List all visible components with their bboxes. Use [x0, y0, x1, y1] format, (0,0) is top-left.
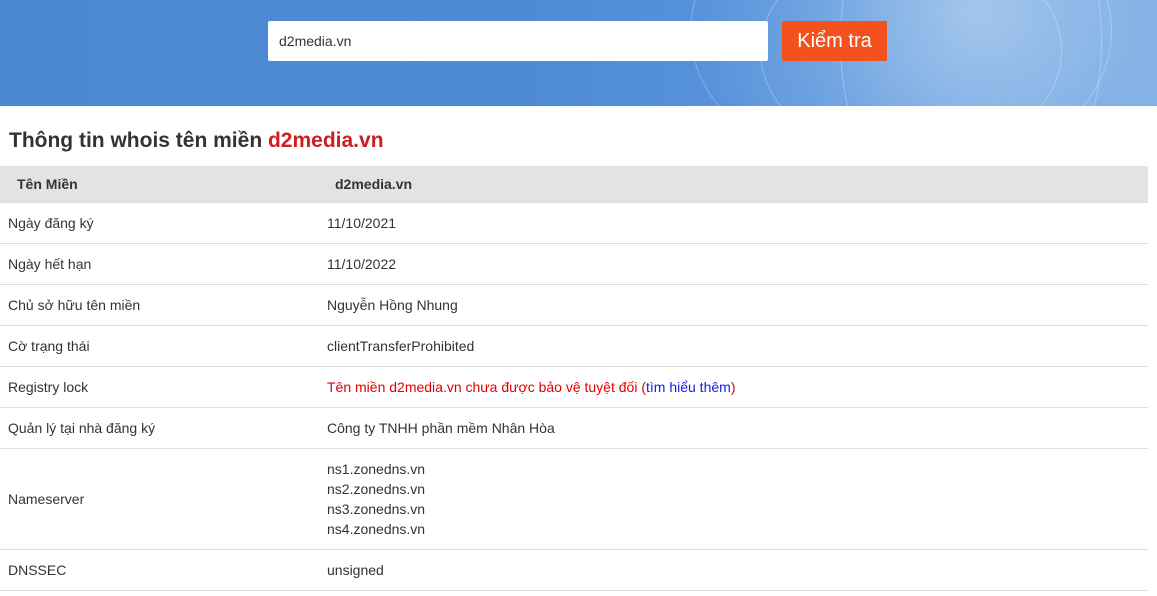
learn-more-link[interactable]: tìm hiểu thêm: [646, 379, 731, 395]
table-row: Cờ trạng thái clientTransferProhibited: [0, 325, 1148, 367]
domain-search-input[interactable]: [268, 21, 768, 61]
check-button[interactable]: Kiểm tra: [782, 21, 887, 61]
row-label: Registry lock: [0, 366, 319, 408]
nameserver-item: ns3.zonedns.vn: [327, 501, 426, 517]
table-header-row: Tên Miền d2media.vn: [0, 166, 1148, 203]
nameserver-item: ns4.zonedns.vn: [327, 521, 426, 537]
row-value: unsigned: [319, 549, 1148, 591]
table-row: Quản lý tại nhà đăng ký Công ty TNHH phầ…: [0, 407, 1148, 449]
registry-lock-warning: Tên miền d2media.vn chưa được bảo vệ tuy…: [327, 379, 646, 395]
row-label: Ngày hết hạn: [0, 243, 319, 285]
header-label: Tên Miền: [0, 166, 319, 203]
page-title: Thông tin whois tên miền d2media.vn: [9, 129, 384, 153]
nameserver-item: ns2.zonedns.vn: [327, 481, 426, 497]
whois-table: Tên Miền d2media.vn Ngày đăng ký 11/10/2…: [0, 166, 1148, 591]
row-label: DNSSEC: [0, 549, 319, 591]
table-row: Registry lock Tên miền d2media.vn chưa đ…: [0, 366, 1148, 408]
row-value: 11/10/2021: [319, 202, 1148, 244]
registry-lock-suffix: ): [730, 379, 736, 395]
row-value: clientTransferProhibited: [319, 325, 1148, 367]
table-row: Ngày đăng ký 11/10/2021: [0, 202, 1148, 244]
row-value: Công ty TNHH phần mềm Nhân Hòa: [319, 407, 1148, 449]
nameserver-list: ns1.zonedns.vn ns2.zonedns.vn ns3.zonedn…: [319, 448, 1148, 550]
search-banner: Kiểm tra: [0, 0, 1157, 106]
row-label: Nameserver: [0, 448, 319, 550]
row-label: Quản lý tại nhà đăng ký: [0, 407, 319, 449]
table-row: DNSSEC unsigned: [0, 549, 1148, 591]
row-value: 11/10/2022: [319, 243, 1148, 285]
table-row: Nameserver ns1.zonedns.vn ns2.zonedns.vn…: [0, 448, 1148, 550]
header-domain-value: d2media.vn: [319, 166, 1148, 203]
page-title-prefix: Thông tin whois tên miền: [9, 129, 268, 152]
page-title-domain: d2media.vn: [267, 129, 384, 152]
row-label: Cờ trạng thái: [0, 325, 319, 367]
table-row: Chủ sở hữu tên miền Nguyễn Hồng Nhung: [0, 284, 1148, 326]
registry-lock-value: Tên miền d2media.vn chưa được bảo vệ tuy…: [319, 366, 1148, 408]
row-label: Chủ sở hữu tên miền: [0, 284, 319, 326]
table-row: Ngày hết hạn 11/10/2022: [0, 243, 1148, 285]
row-label: Ngày đăng ký: [0, 202, 319, 244]
nameserver-item: ns1.zonedns.vn: [327, 461, 426, 477]
row-value: Nguyễn Hồng Nhung: [319, 284, 1148, 326]
